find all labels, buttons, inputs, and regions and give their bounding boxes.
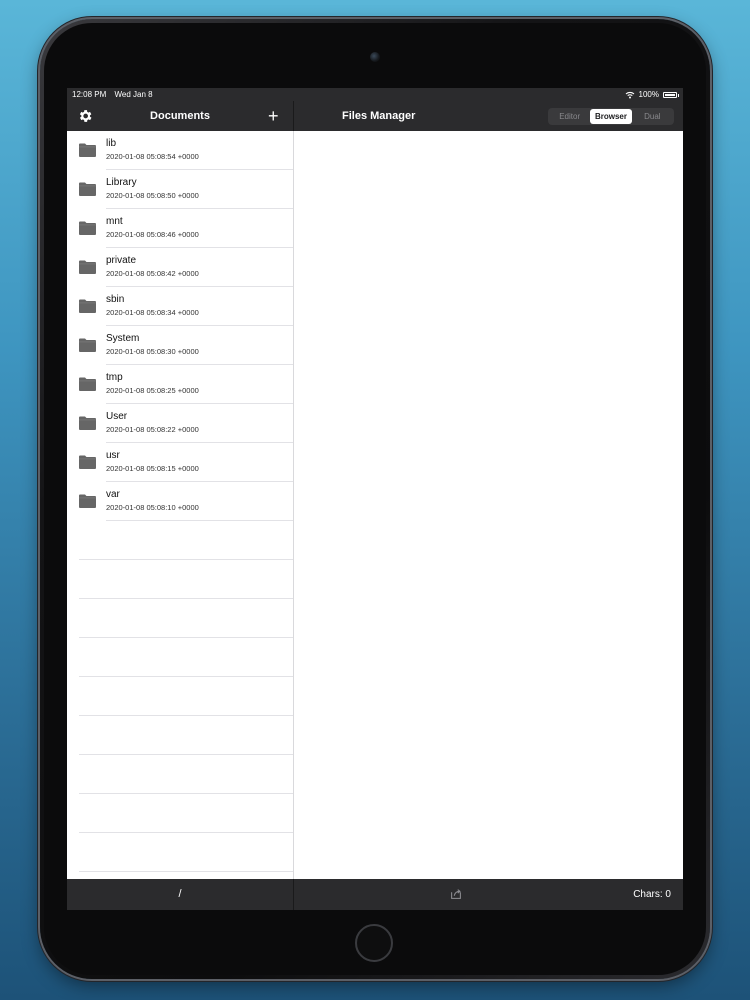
list-item[interactable]: private 2020-01-08 05:08:42 +0000 (67, 248, 293, 287)
list-item-date: 2020-01-08 05:08:34 +0000 (106, 308, 199, 317)
list-item[interactable]: System 2020-01-08 05:08:30 +0000 (67, 326, 293, 365)
share-icon[interactable] (449, 887, 463, 901)
list-item-name: usr (106, 450, 120, 461)
status-date: Wed Jan 8 (114, 90, 153, 99)
list-item[interactable]: sbin 2020-01-08 05:08:34 +0000 (67, 287, 293, 326)
sidebar-header: Documents + (67, 101, 293, 131)
list-item-name: Library (106, 177, 137, 188)
empty-row (67, 638, 293, 677)
list-item-date: 2020-01-08 05:08:30 +0000 (106, 347, 199, 356)
main-title: Files Manager (342, 110, 416, 122)
navigation-bar: Documents + Files Manager Editor Browser… (67, 101, 683, 131)
list-item-name: private (106, 255, 137, 266)
empty-row (67, 521, 293, 560)
sidebar-title: Documents (150, 110, 210, 122)
folder-icon (79, 455, 96, 469)
battery-icon (663, 91, 679, 98)
home-button[interactable] (355, 924, 393, 962)
list-item-date: 2020-01-08 05:08:22 +0000 (106, 425, 199, 434)
list-item-name: System (106, 333, 140, 344)
char-count: Chars: 0 (633, 889, 671, 900)
list-item-date: 2020-01-08 05:08:42 +0000 (106, 269, 199, 278)
folder-icon (79, 338, 96, 352)
list-item-name: lib (106, 138, 117, 149)
list-item-name: User (106, 411, 128, 422)
wifi-icon (625, 91, 634, 98)
segment-dual[interactable]: Dual (632, 109, 673, 124)
list-item-date: 2020-01-08 05:08:46 +0000 (106, 230, 199, 239)
list-item-date: 2020-01-08 05:08:25 +0000 (106, 386, 199, 395)
list-item[interactable]: var 2020-01-08 05:08:10 +0000 (67, 482, 293, 521)
list-item[interactable]: lib 2020-01-08 05:08:54 +0000 (67, 131, 293, 170)
list-item-name: tmp (106, 372, 123, 383)
list-item-date: 2020-01-08 05:08:50 +0000 (106, 191, 199, 200)
row-separator (79, 871, 293, 872)
segment-browser[interactable]: Browser (590, 109, 632, 124)
plus-icon[interactable]: + (268, 105, 279, 127)
empty-row (67, 716, 293, 755)
folder-icon (79, 260, 96, 274)
status-bar: 12:08 PM Wed Jan 8 100% (67, 88, 683, 101)
status-time: 12:08 PM (72, 90, 107, 99)
list-item[interactable]: usr 2020-01-08 05:08:15 +0000 (67, 443, 293, 482)
list-item[interactable]: tmp 2020-01-08 05:08:25 +0000 (67, 365, 293, 404)
folder-icon (79, 299, 96, 313)
app-screen: 12:08 PM Wed Jan 8 100% Documents + File… (67, 88, 683, 910)
browser-content-area[interactable] (294, 131, 683, 879)
empty-row (67, 677, 293, 716)
empty-row (67, 599, 293, 638)
segment-editor[interactable]: Editor (549, 109, 590, 124)
file-list: lib 2020-01-08 05:08:54 +0000 Library 2020-… (67, 131, 293, 879)
nav-divider (293, 101, 294, 131)
list-item-date: 2020-01-08 05:08:10 +0000 (106, 503, 199, 512)
folder-icon (79, 377, 96, 391)
folder-icon (79, 182, 96, 196)
list-item[interactable]: Library 2020-01-08 05:08:50 +0000 (67, 170, 293, 209)
empty-row (67, 833, 293, 872)
front-camera (370, 52, 380, 62)
current-path[interactable]: / (67, 879, 293, 910)
list-item-date: 2020-01-08 05:08:54 +0000 (106, 152, 199, 161)
folder-icon (79, 143, 96, 157)
bottom-toolbar: / Chars: 0 (67, 879, 683, 910)
view-mode-segmented-control: Editor Browser Dual (548, 108, 674, 125)
list-item-date: 2020-01-08 05:08:15 +0000 (106, 464, 199, 473)
battery-percent: 100% (638, 90, 659, 99)
folder-icon (79, 494, 96, 508)
list-item[interactable]: User 2020-01-08 05:08:22 +0000 (67, 404, 293, 443)
empty-row (67, 794, 293, 833)
folder-icon (79, 416, 96, 430)
folder-icon (79, 221, 96, 235)
empty-row (67, 560, 293, 599)
list-item-name: var (106, 489, 120, 500)
list-item-name: sbin (106, 294, 125, 305)
empty-row (67, 755, 293, 794)
list-item-name: mnt (106, 216, 123, 227)
toolbar-divider (293, 879, 294, 910)
list-item[interactable]: mnt 2020-01-08 05:08:46 +0000 (67, 209, 293, 248)
